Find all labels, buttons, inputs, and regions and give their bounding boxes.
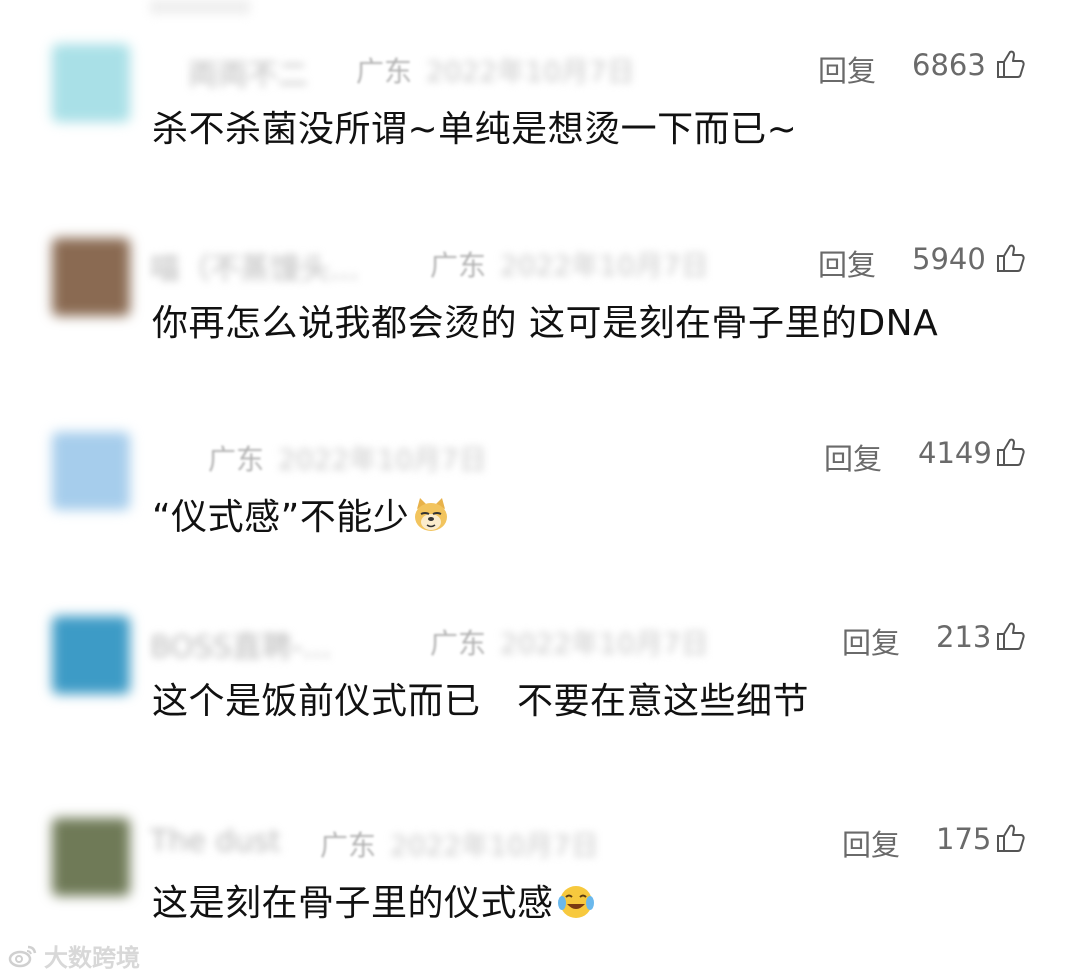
watermark-text: 大数跨境 — [44, 944, 140, 972]
commenter-name[interactable]: 両両不二 — [188, 50, 308, 94]
reply-button[interactable]: 回复 — [842, 822, 900, 864]
commenter-region: 广东 — [430, 627, 487, 660]
avatar[interactable] — [52, 44, 130, 122]
weibo-logo-icon — [8, 945, 37, 967]
commenter-region: 广东 — [430, 249, 487, 282]
thumbs-up-icon[interactable] — [994, 242, 1026, 274]
commenter-name[interactable]: BOSS直聘-... — [150, 622, 331, 666]
comment-text: 这是刻在骨子里的仪式感 — [152, 874, 596, 926]
commenter-name[interactable]: The dust — [150, 824, 281, 859]
thumbs-up-icon[interactable] — [994, 822, 1026, 854]
avatar[interactable] — [52, 238, 130, 316]
like-count: 6863 — [912, 48, 986, 82]
commenter-region: 广东 — [320, 829, 377, 862]
reply-button[interactable]: 回复 — [824, 436, 882, 478]
comment-text: 这个是饭前仪式而已 不要在意这些细节 — [152, 681, 810, 722]
commenter-region: 广东 — [356, 55, 413, 88]
comment-date: 2022年10月7日 — [500, 627, 709, 660]
comment-date: 2022年10月7日 — [278, 443, 487, 476]
laugh-cry-emoji-icon — [557, 886, 594, 918]
like-count: 5940 — [912, 242, 986, 276]
comment-text: 杀不杀菌没所谓~单纯是想烫一下而已~ — [152, 109, 798, 150]
like-count: 4149 — [918, 436, 992, 470]
comment-date: 2022年10月7日 — [500, 249, 709, 282]
thumbs-up-icon[interactable] — [994, 620, 1026, 652]
commenter-region: 广东 — [208, 443, 265, 476]
reply-button[interactable]: 回复 — [818, 48, 876, 90]
comment-text: 你再怎么说我都会烫的 这可是刻在骨子里的DNA — [152, 303, 939, 344]
comment-text-content: “仪式感”不能少 — [152, 497, 410, 538]
comment-date: 2022年10月7日 — [426, 55, 635, 88]
blurred-top-remnant — [150, 0, 250, 14]
comment-date: 2022年10月7日 — [390, 829, 599, 862]
avatar[interactable] — [52, 818, 130, 896]
like-count: 213 — [936, 620, 992, 654]
thumbs-up-icon[interactable] — [994, 48, 1026, 80]
reply-button[interactable]: 回复 — [842, 620, 900, 662]
thumbs-up-icon[interactable] — [994, 436, 1026, 468]
comment-text-content: 这是刻在骨子里的仪式感 — [152, 883, 554, 924]
comment-text: “仪式感”不能少 — [152, 488, 451, 540]
doge-emoji-icon — [415, 498, 448, 531]
commenter-name[interactable]: 喵（不蒸馒头... — [150, 244, 359, 288]
avatar[interactable] — [52, 432, 130, 510]
reply-button[interactable]: 回复 — [818, 242, 876, 284]
watermark: 大数跨境 — [8, 938, 140, 973]
avatar[interactable] — [52, 616, 130, 694]
like-count: 175 — [936, 822, 992, 856]
